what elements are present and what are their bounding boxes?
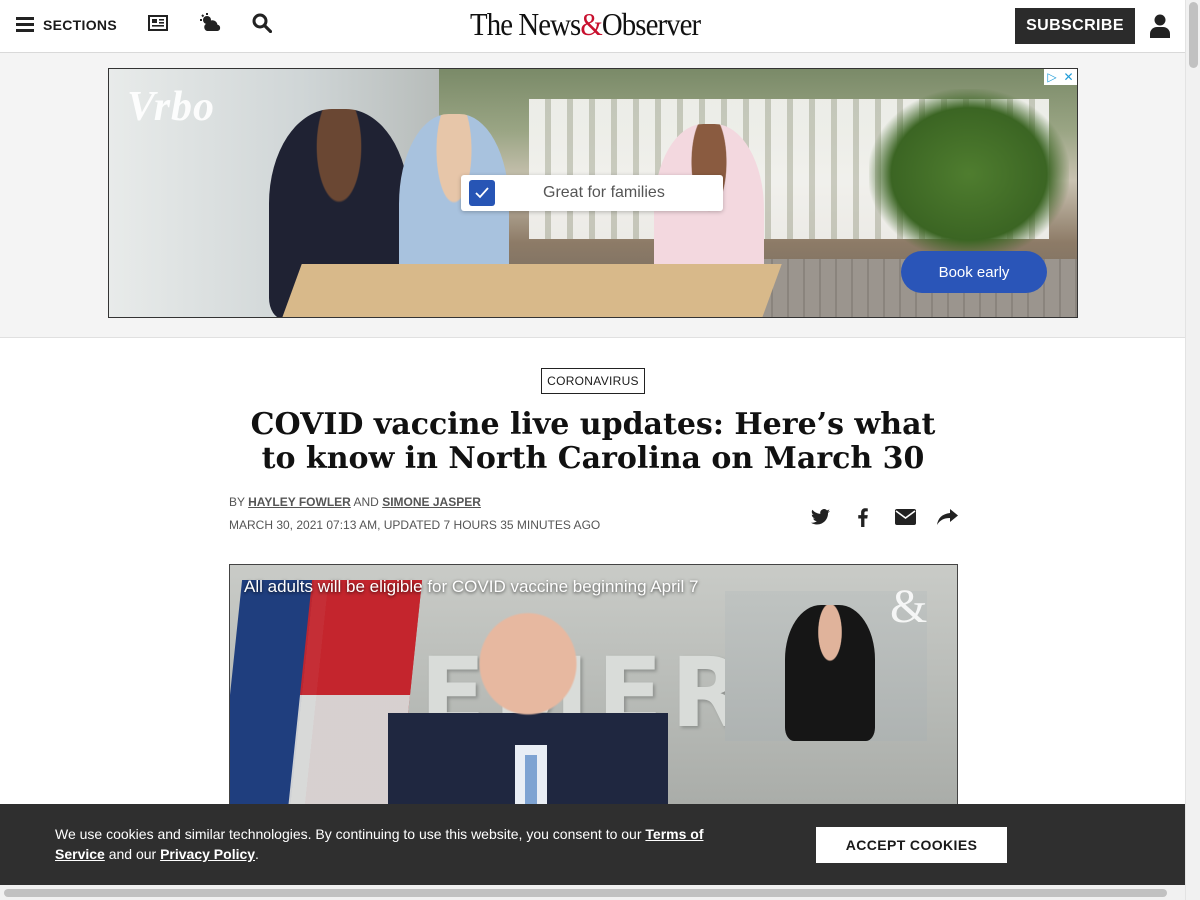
cookie-message: We use cookies and similar technologies.… [55, 824, 735, 864]
section-tag[interactable]: CORONAVIRUS [541, 368, 645, 394]
sections-label: SECTIONS [43, 17, 117, 33]
ad-image-plant [869, 89, 1069, 259]
cookie-text-end: . [255, 846, 259, 862]
ad-feature-tag: Great for families [461, 175, 723, 211]
adchoices-icon[interactable]: ▷ [1047, 70, 1056, 84]
email-icon[interactable] [893, 505, 917, 529]
video-title: All adults will be eligible for COVID va… [244, 577, 699, 596]
ad-brand-logo: Vrbo [127, 84, 216, 130]
article-headline: COVID vaccine live updates: Here’s what … [250, 407, 936, 476]
user-icon [1150, 14, 1170, 42]
masthead-suffix: Observer [601, 6, 701, 42]
share-toolbar [808, 505, 960, 529]
video-image-tie [525, 755, 537, 810]
ad-feature-text: Great for families [543, 184, 665, 201]
nav-left-group: SECTIONS [16, 12, 273, 38]
cookie-text: We use cookies and similar technologies.… [55, 826, 642, 842]
ad-image-table [276, 264, 782, 317]
byline: BY HAYLEY FOWLER AND SIMONE JASPER [229, 495, 481, 509]
subscribe-button[interactable]: SUBSCRIBE [1015, 8, 1135, 44]
video-player[interactable]: EMERG All adults will be eligible for CO… [229, 564, 958, 811]
weather-icon [199, 12, 221, 38]
accept-cookies-button[interactable]: ACCEPT COOKIES [816, 827, 1007, 863]
masthead-ampersand: & [580, 6, 602, 42]
twitter-icon[interactable] [808, 505, 832, 529]
vrbo-ad-banner[interactable]: Vrbo Great for families Book early ▷ ✕ [108, 68, 1078, 318]
video-logo: & [890, 580, 928, 633]
book-early-button[interactable]: Book early [901, 251, 1047, 293]
cookie-text-middle: and our [108, 846, 157, 862]
horizontal-scroll-thumb[interactable] [4, 889, 1167, 897]
dateline: MARCH 30, 2021 07:13 AM, UPDATED 7 HOURS… [229, 518, 601, 532]
ad-region: Vrbo Great for families Book early ▷ ✕ [0, 53, 1185, 338]
ad-choices[interactable]: ▷ ✕ [1044, 69, 1077, 85]
author-link-simone-jasper[interactable]: SIMONE JASPER [382, 495, 481, 509]
close-ad-icon[interactable]: ✕ [1064, 70, 1074, 84]
cookie-banner: We use cookies and similar technologies.… [0, 804, 1185, 885]
vertical-scroll-thumb[interactable] [1189, 2, 1198, 68]
search-icon [252, 13, 273, 38]
author-link-hayley-fowler[interactable]: HAYLEY FOWLER [248, 495, 351, 509]
horizontal-scrollbar[interactable] [0, 885, 1185, 900]
byline-and: AND [353, 495, 379, 509]
sections-menu-button[interactable]: SECTIONS [16, 16, 117, 35]
hamburger-icon [16, 16, 34, 35]
share-icon[interactable] [936, 505, 960, 529]
top-nav-bar: SECTIONS The News&Observer SUBSCRIBE [0, 0, 1185, 53]
byline-prefix: BY [229, 495, 245, 509]
masthead-prefix: The News [470, 6, 581, 42]
checkmark-icon [469, 180, 495, 206]
facebook-icon[interactable] [851, 505, 875, 529]
weather-button[interactable] [199, 12, 221, 38]
newspaper-icon [147, 14, 168, 36]
masthead-logo[interactable]: The News&Observer [470, 6, 701, 46]
privacy-policy-link[interactable]: Privacy Policy [160, 846, 255, 862]
video-image-interpreter [785, 605, 875, 741]
vertical-scrollbar[interactable] [1185, 0, 1200, 900]
eedition-button[interactable] [147, 14, 169, 36]
search-button[interactable] [251, 13, 273, 38]
account-button[interactable] [1150, 14, 1170, 38]
